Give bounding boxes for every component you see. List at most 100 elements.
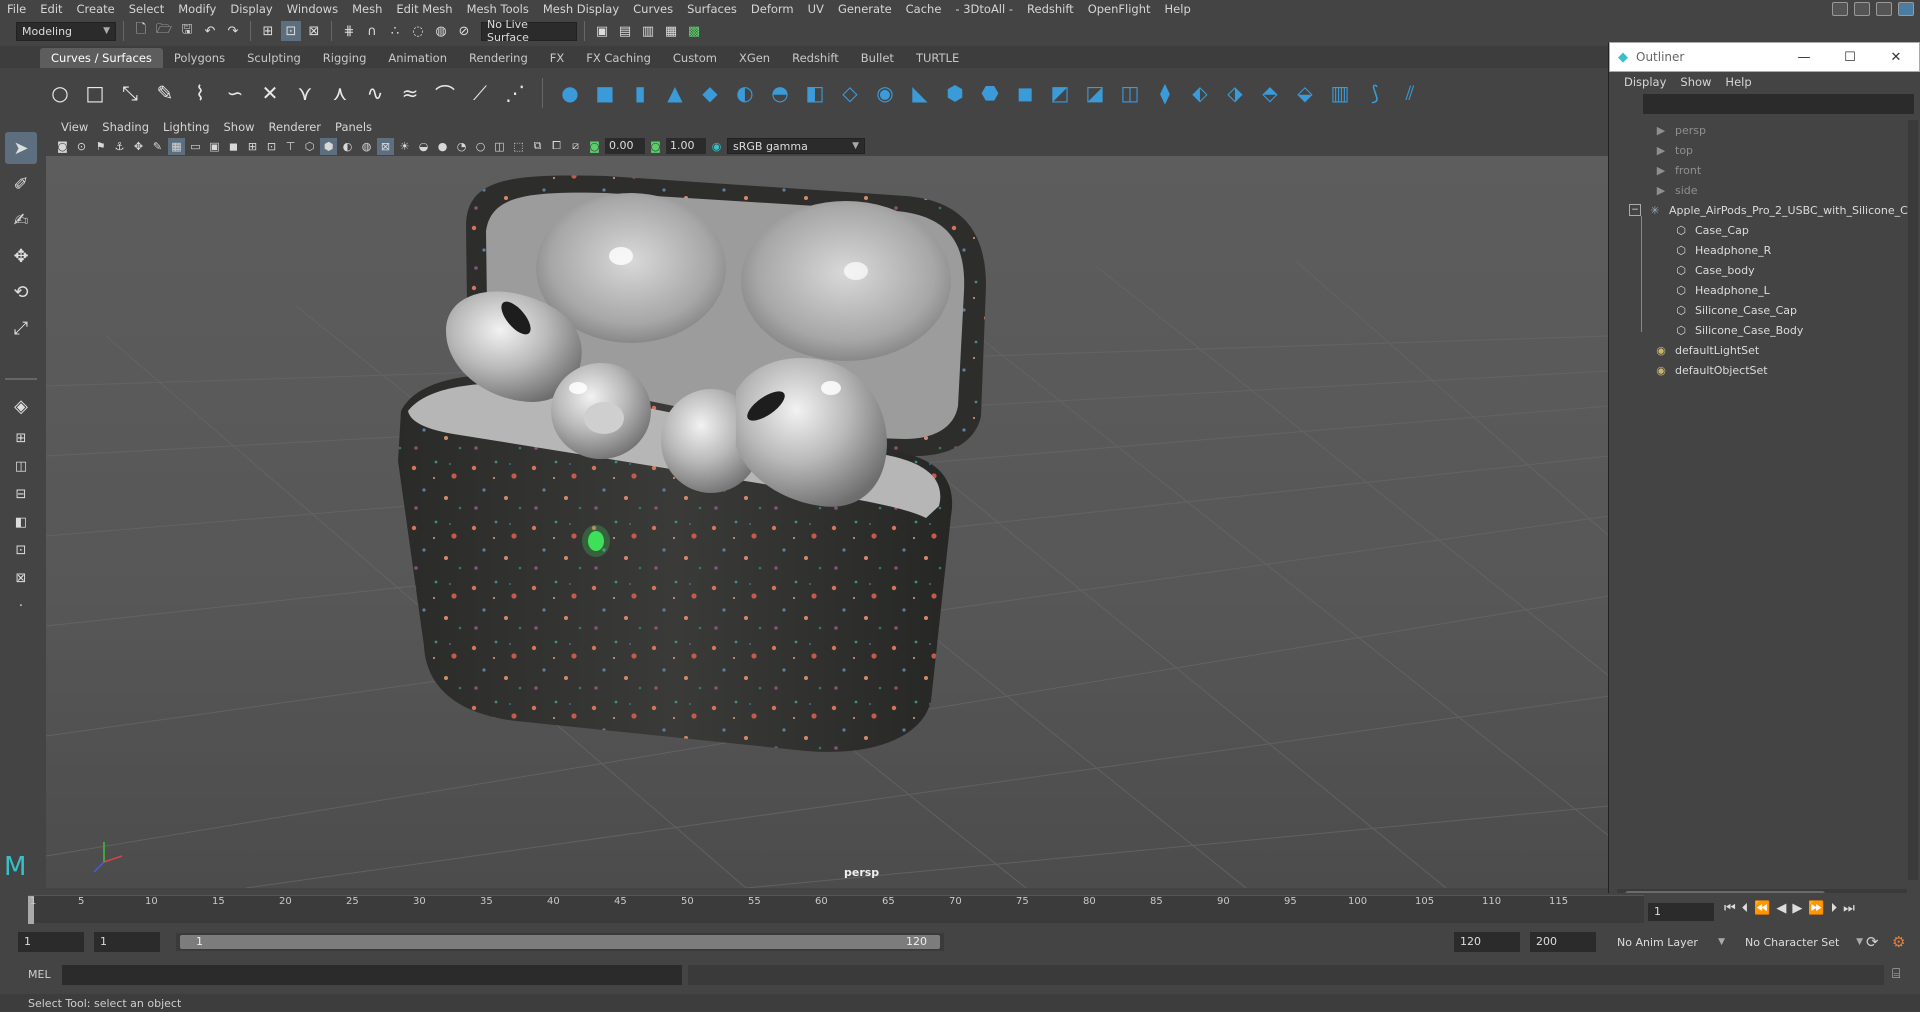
menu-set-dropdown[interactable]: Modeling ▼	[16, 21, 116, 41]
menu-curves[interactable]: Curves	[626, 0, 680, 18]
xray-icon[interactable]: ⧉	[529, 138, 546, 155]
animation-start-field[interactable]: 1	[18, 932, 84, 952]
perspective-viewport[interactable]: persp	[46, 156, 1609, 888]
current-frame-field[interactable]: 1	[1648, 903, 1714, 921]
exposure-icon[interactable]: ◙	[586, 138, 603, 155]
hypershade-layout-icon[interactable]: ◧	[5, 510, 37, 534]
menu-file[interactable]: File	[0, 0, 33, 18]
uv-editor-layout-icon[interactable]: ⊠	[5, 566, 37, 590]
animation-preferences-icon[interactable]: ⚙	[1892, 933, 1905, 951]
boundary-icon[interactable]: ⬣	[976, 79, 1004, 107]
rebuild-curve-icon[interactable]: ∿	[361, 79, 389, 107]
gamma-field[interactable]: 1.00	[666, 138, 706, 154]
attach-surfaces-icon[interactable]: ⬖	[1186, 79, 1214, 107]
color-management-icon[interactable]: ◉	[708, 138, 725, 155]
snap-curve-icon[interactable]: ∩	[362, 21, 382, 41]
depth-of-field-icon[interactable]: ◫	[491, 138, 508, 155]
shelf-tab-rendering[interactable]: Rendering	[458, 48, 539, 68]
scale-tool-icon[interactable]: ⤢	[5, 312, 37, 344]
shelf-tab-animation[interactable]: Animation	[377, 48, 458, 68]
intersect-surface-icon[interactable]: ◪	[1081, 79, 1109, 107]
menu-select[interactable]: Select	[122, 0, 171, 18]
shelf-tab-turtle[interactable]: TURTLE	[905, 48, 970, 68]
snap-grid-icon[interactable]: ⋕	[339, 21, 359, 41]
step-forward-frame-icon[interactable]: ⏵	[1831, 901, 1838, 916]
pencil-curve-icon[interactable]: ✎	[151, 79, 179, 107]
menu-3dtoall[interactable]: - 3DtoAll -	[948, 0, 1020, 18]
minimize-icon[interactable]: —	[1781, 50, 1827, 65]
tree-item-case-cap[interactable]: ⬡ Case_Cap	[1673, 220, 1749, 240]
script-editor-icon[interactable]: ⌸	[1892, 966, 1900, 982]
untrim-icon[interactable]: ⧫	[1151, 79, 1179, 107]
tree-item-persp[interactable]: ▶ persp	[1653, 120, 1706, 140]
tree-item-default-object-set[interactable]: ◉ defaultObjectSet	[1653, 360, 1767, 380]
command-language-toggle[interactable]: MEL	[28, 968, 51, 981]
tree-item-top[interactable]: ▶ top	[1653, 140, 1693, 160]
shadows-icon[interactable]: ◒	[415, 138, 432, 155]
tree-item-front[interactable]: ▶ front	[1653, 160, 1701, 180]
surface-editing-icon[interactable]: ⫽	[1396, 79, 1424, 107]
menu-openflight[interactable]: OpenFlight	[1081, 0, 1158, 18]
nurbs-cube-icon[interactable]: ■	[591, 79, 619, 107]
time-slider-track[interactable]: 1 5 10 15 20 25 30 35 40 45 50 55 60 65 …	[28, 895, 1644, 924]
anim-layer-dropdown[interactable]: No Anim Layer ▼	[1612, 932, 1730, 952]
image-plane-icon[interactable]: ⚓	[111, 138, 128, 155]
rotate-tool-icon[interactable]: ⟲	[5, 276, 37, 308]
cut-curve-icon[interactable]: ⋰	[501, 79, 529, 107]
auto-key-icon[interactable]: ⟳	[1866, 933, 1879, 951]
panel-menu-lighting[interactable]: Lighting	[156, 120, 216, 134]
menu-create[interactable]: Create	[70, 0, 122, 18]
menu-edit-mesh[interactable]: Edit Mesh	[389, 0, 459, 18]
outliner-vertical-scrollbar[interactable]	[1908, 120, 1918, 880]
project-curve-icon[interactable]: ◩	[1046, 79, 1074, 107]
trim-tool-icon[interactable]: ◫	[1116, 79, 1144, 107]
menu-edit[interactable]: Edit	[33, 0, 69, 18]
birail-icon[interactable]: ◣	[906, 79, 934, 107]
step-back-key-icon[interactable]: ⏪	[1754, 901, 1770, 916]
go-to-start-icon[interactable]: ⏮	[1724, 901, 1736, 916]
tree-item-root-group[interactable]: − ✳ Apple_AirPods_Pro_2_USBC_with_Silico…	[1629, 200, 1908, 220]
multisample-aa-icon[interactable]: ○	[472, 138, 489, 155]
move-tool-icon[interactable]: ✥	[5, 240, 37, 272]
screen-space-ao-icon[interactable]: ●	[434, 138, 451, 155]
two-d-pan-icon[interactable]: ✥	[130, 138, 147, 155]
step-forward-key-icon[interactable]: ⏩	[1808, 901, 1824, 916]
sculpt-geometry-icon[interactable]: ⟆	[1361, 79, 1389, 107]
channel-box-toggle-icon[interactable]	[1876, 2, 1892, 16]
menu-mesh-tools[interactable]: Mesh Tools	[460, 0, 536, 18]
xray-components-icon[interactable]: ⧄	[567, 138, 584, 155]
gamma-icon[interactable]: ◙	[647, 138, 664, 155]
menu-windows[interactable]: Windows	[280, 0, 345, 18]
menu-help[interactable]: Help	[1158, 0, 1198, 18]
panel-menu-shading[interactable]: Shading	[95, 120, 156, 134]
panel-menu-show[interactable]: Show	[217, 120, 262, 134]
select-by-object-icon[interactable]: ⊡	[281, 21, 301, 41]
field-chart-icon[interactable]: ⊞	[244, 138, 261, 155]
detach-surfaces-icon[interactable]: ⬗	[1221, 79, 1249, 107]
detach-curves-icon[interactable]: ⋏	[326, 79, 354, 107]
safe-action-icon[interactable]: ⊡	[263, 138, 280, 155]
nurbs-plane-icon[interactable]: ◆	[696, 79, 724, 107]
gate-mask-icon[interactable]: ◼	[225, 138, 242, 155]
motion-blur-icon[interactable]: ◔	[453, 138, 470, 155]
textured-icon[interactable]: ⊠	[377, 137, 394, 155]
nurbs-square-icon[interactable]: □	[81, 79, 109, 107]
square-surface-icon[interactable]: ◼	[1011, 79, 1039, 107]
workspace-layout-icon[interactable]	[1832, 2, 1848, 16]
undo-icon[interactable]: ↶	[200, 21, 220, 41]
maximize-icon[interactable]: ☐	[1827, 50, 1873, 65]
playback-start-field[interactable]: 1	[94, 932, 160, 952]
menu-redshift[interactable]: Redshift	[1020, 0, 1081, 18]
snap-view-plane-icon[interactable]: ◌	[408, 21, 428, 41]
render-settings-icon[interactable]: ▥	[638, 21, 658, 41]
nurbs-cylinder-icon[interactable]: ▮	[626, 79, 654, 107]
collapse-icon[interactable]: −	[1629, 204, 1641, 216]
safe-title-icon[interactable]: ⊤	[282, 138, 299, 155]
ep-curve-icon[interactable]: ⤡	[116, 79, 144, 107]
outliner-toggle-icon[interactable]	[1854, 2, 1870, 16]
animation-end-field[interactable]: 200	[1530, 932, 1596, 952]
menu-mesh[interactable]: Mesh	[345, 0, 389, 18]
outliner-menu-help[interactable]: Help	[1718, 75, 1758, 89]
view-transform-dropdown[interactable]: sRGB gamma ▼	[727, 138, 865, 154]
hypershade-icon[interactable]: ▦	[661, 21, 681, 41]
